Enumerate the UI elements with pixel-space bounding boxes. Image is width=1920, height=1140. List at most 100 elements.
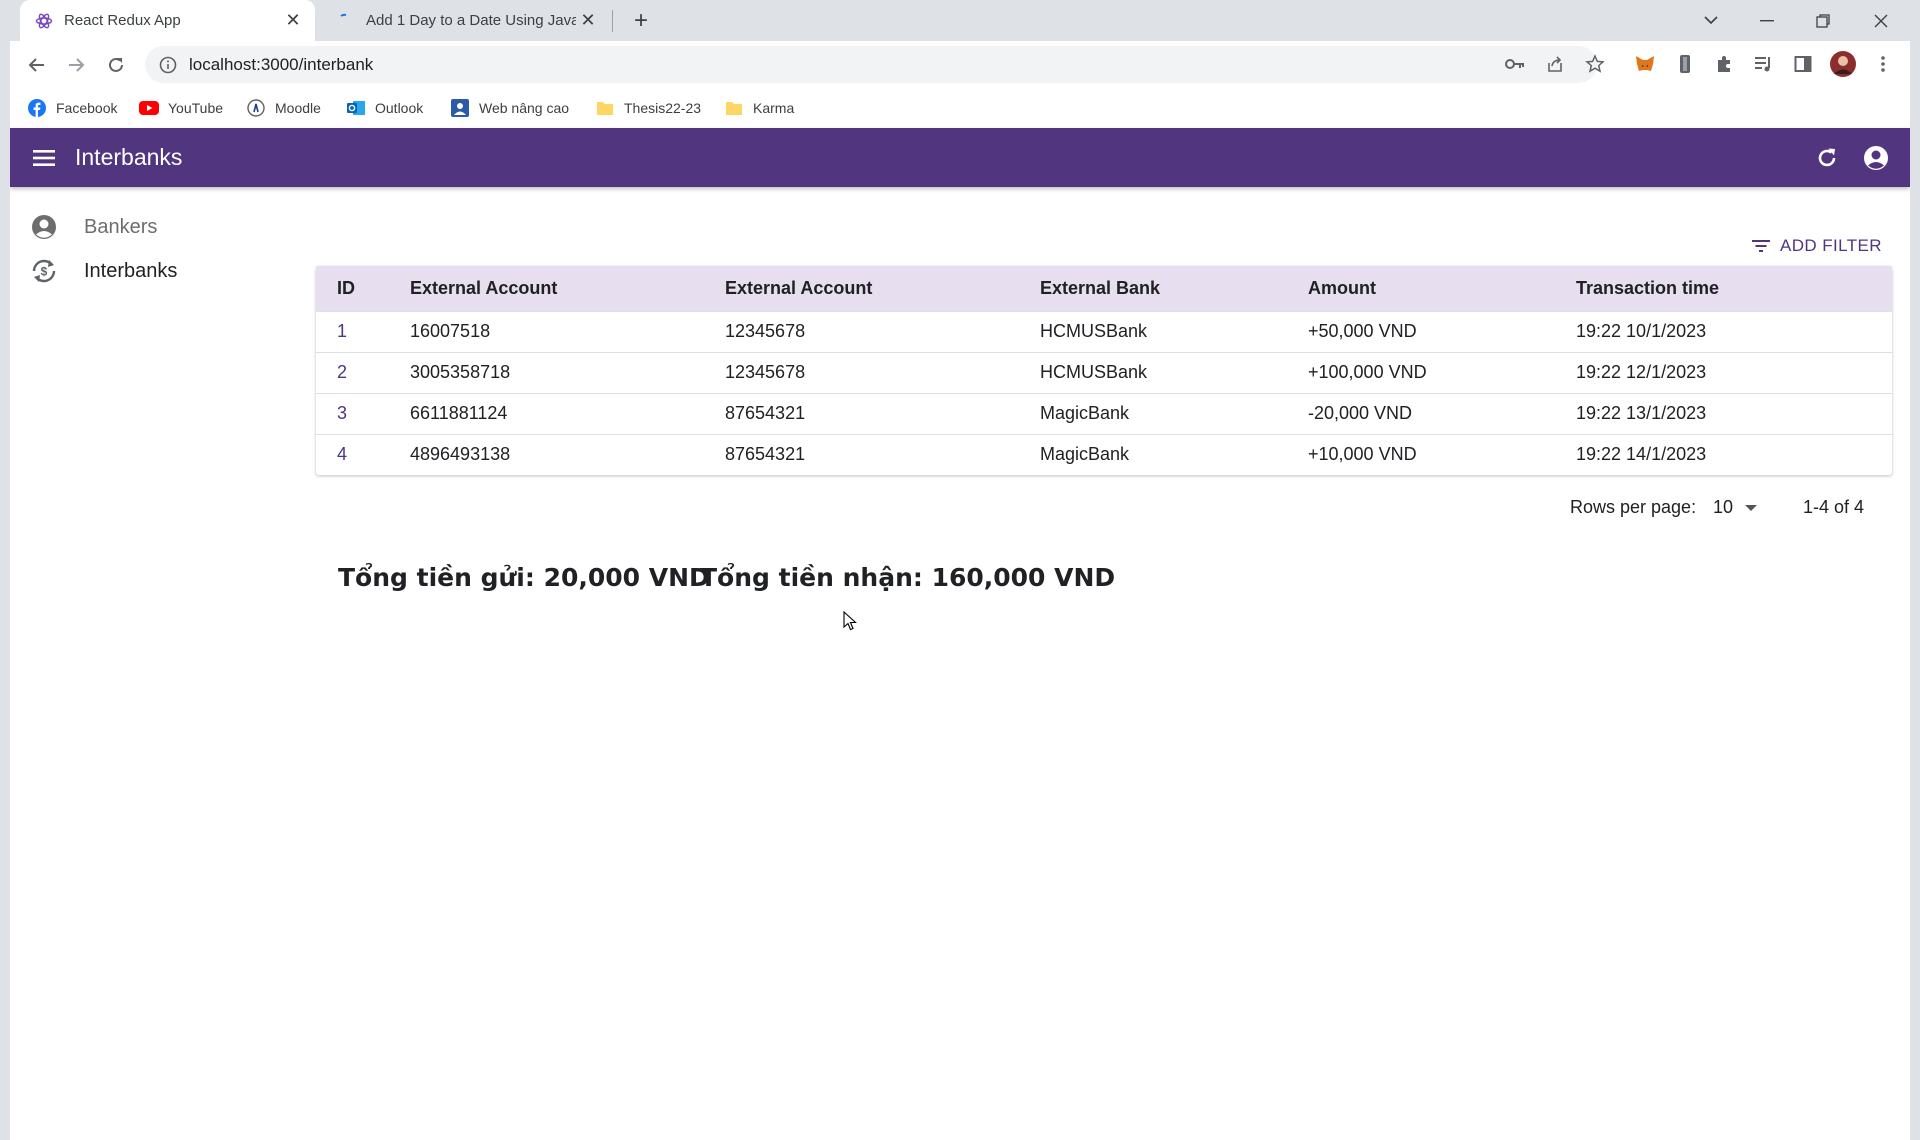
address-bar[interactable]: localhost:3000/interbank <box>145 46 1597 83</box>
metamask-fox-icon[interactable] <box>1632 51 1658 77</box>
cell-transaction-time: 19:22 14/1/2023 <box>1576 433 1892 475</box>
bookmark-label: Thesis22-23 <box>624 100 702 116</box>
bookmark-label: Moodle <box>275 100 321 116</box>
minimize-icon[interactable] <box>1740 0 1794 41</box>
cell-external-account-2: 87654321 <box>725 392 1040 434</box>
cell-external-bank: HCMUSBank <box>1040 310 1308 352</box>
tab-add-day-article[interactable]: Add 1 Day to a Date Using JavaS ✕ <box>322 0 610 41</box>
total-sent: Tổng tiền gửi: 20,000 VND <box>338 563 710 592</box>
cell-external-account: 4896493138 <box>410 433 725 475</box>
share-icon[interactable] <box>1542 51 1568 77</box>
tab-search-chevron-icon[interactable] <box>1684 0 1738 41</box>
column-header-id[interactable]: ID <box>316 266 410 311</box>
react-redux-favicon-icon <box>34 11 54 31</box>
hamburger-menu-icon[interactable] <box>30 144 58 172</box>
cell-external-bank: MagicBank <box>1040 433 1308 475</box>
cell-external-account: 16007518 <box>410 310 725 352</box>
close-window-icon[interactable] <box>1854 0 1908 41</box>
bookmark-label: Facebook <box>56 100 118 116</box>
pagination-range: 1-4 of 4 <box>1803 496 1865 517</box>
side-panel-icon[interactable] <box>1790 51 1816 77</box>
back-arrow-icon[interactable] <box>20 48 54 82</box>
browser-menu-kebab-icon[interactable] <box>1870 51 1896 77</box>
cell-amount: -20,000 VND <box>1308 392 1576 434</box>
profile-avatar[interactable] <box>1830 51 1856 77</box>
sidebar-item-label: Bankers <box>84 215 158 238</box>
forward-arrow-icon[interactable] <box>59 48 93 82</box>
bookmark-outlook[interactable]: Outlook <box>346 97 423 119</box>
column-header-external-account[interactable]: External Account <box>410 266 725 311</box>
svg-text:$: $ <box>41 265 48 279</box>
filter-icon <box>1750 235 1772 257</box>
interbank-table: ID External Account External Account Ext… <box>316 266 1892 475</box>
password-key-icon[interactable] <box>1502 51 1528 77</box>
account-circle-icon[interactable] <box>1861 143 1891 173</box>
cell-transaction-time: 19:22 13/1/2023 <box>1576 392 1892 434</box>
cell-external-account: 3005358718 <box>410 351 725 393</box>
bookmark-label: Karma <box>753 100 795 116</box>
cell-amount: +100,000 VND <box>1308 351 1576 393</box>
table-row[interactable]: 1 16007518 12345678 HCMUSBank +50,000 VN… <box>316 310 1892 352</box>
account-circle-icon <box>29 212 59 242</box>
sidebar-item-interbanks[interactable]: $ Interbanks <box>10 249 300 293</box>
table-header-row: ID External Account External Account Ext… <box>316 266 1892 311</box>
rows-per-page-select[interactable]: 10 <box>1713 492 1758 522</box>
window-frame-right <box>1910 0 1920 1140</box>
bookmark-moodle[interactable]: Moodle <box>246 97 321 119</box>
sidebar-menu: Bankers $ Interbanks <box>10 205 300 293</box>
refresh-icon[interactable] <box>1812 143 1842 173</box>
cell-transaction-time: 19:22 12/1/2023 <box>1576 351 1892 393</box>
add-filter-label: ADD FILTER <box>1780 236 1882 255</box>
mouse-cursor-icon <box>843 610 857 631</box>
bookmark-label: YouTube <box>168 100 224 116</box>
youtube-icon <box>139 98 159 118</box>
window-frame-left <box>0 0 10 1140</box>
cell-id: 2 <box>316 351 410 393</box>
sidebar-item-bankers[interactable]: Bankers <box>10 205 300 249</box>
new-tab-plus-icon[interactable]: + <box>628 7 654 34</box>
bookmark-facebook[interactable]: Facebook <box>27 97 117 119</box>
cell-id: 1 <box>316 310 410 352</box>
folder-icon <box>595 98 615 118</box>
tab-title: React Redux App <box>64 12 181 29</box>
tab-close-icon[interactable]: ✕ <box>281 9 305 33</box>
bookmark-youtube[interactable]: YouTube <box>139 97 223 119</box>
table-row[interactable]: 3 6611881124 87654321 MagicBank -20,000 … <box>316 392 1892 434</box>
bookmark-thesis[interactable]: Thesis22-23 <box>595 97 701 119</box>
bookmarks-bar: Facebook YouTube Moodle Outlook Web nâng… <box>0 88 1920 129</box>
restore-icon[interactable] <box>1796 0 1850 41</box>
moodle-icon <box>246 98 266 118</box>
column-header-amount[interactable]: Amount <box>1308 266 1576 311</box>
cell-external-bank: MagicBank <box>1040 392 1308 434</box>
bookmark-karma[interactable]: Karma <box>724 97 794 119</box>
media-queue-icon[interactable] <box>1750 51 1776 77</box>
extension-bar-icon[interactable] <box>1672 51 1698 77</box>
cell-external-bank: HCMUSBank <box>1040 351 1308 393</box>
column-header-transaction-time[interactable]: Transaction time <box>1576 266 1892 311</box>
site-info-icon[interactable] <box>157 54 179 76</box>
reload-icon[interactable] <box>99 48 133 82</box>
loading-favicon-icon <box>336 11 356 31</box>
tab-strip: React Redux App ✕ Add 1 Day to a Date Us… <box>0 0 1920 41</box>
cell-id: 4 <box>316 433 410 475</box>
bookmark-web-nang-cao[interactable]: Web nâng cao <box>450 97 569 119</box>
cell-transaction-time: 19:22 10/1/2023 <box>1576 310 1892 352</box>
column-header-external-account-2[interactable]: External Account <box>725 266 1040 311</box>
currency-exchange-icon: $ <box>29 256 59 286</box>
extensions-puzzle-icon[interactable] <box>1711 51 1737 77</box>
bookmark-star-icon[interactable] <box>1582 51 1608 77</box>
table-row[interactable]: 2 3005358718 12345678 HCMUSBank +100,000… <box>316 351 1892 393</box>
cell-external-account: 6611881124 <box>410 392 725 434</box>
app-bar: Interbanks <box>10 128 1910 187</box>
sidebar-item-label: Interbanks <box>84 259 178 282</box>
outlook-icon <box>346 98 366 118</box>
tab-react-redux-app[interactable]: React Redux App ✕ <box>20 0 315 41</box>
cell-amount: +50,000 VND <box>1308 310 1576 352</box>
cell-amount: +10,000 VND <box>1308 433 1576 475</box>
rows-per-page-label: Rows per page: <box>1570 496 1697 517</box>
table-row[interactable]: 4 4896493138 87654321 MagicBank +10,000 … <box>316 433 1892 475</box>
tab-close-icon[interactable]: ✕ <box>576 9 600 33</box>
tab-separator <box>612 10 613 32</box>
add-filter-button[interactable]: ADD FILTER <box>1750 232 1882 260</box>
column-header-external-bank[interactable]: External Bank <box>1040 266 1308 311</box>
